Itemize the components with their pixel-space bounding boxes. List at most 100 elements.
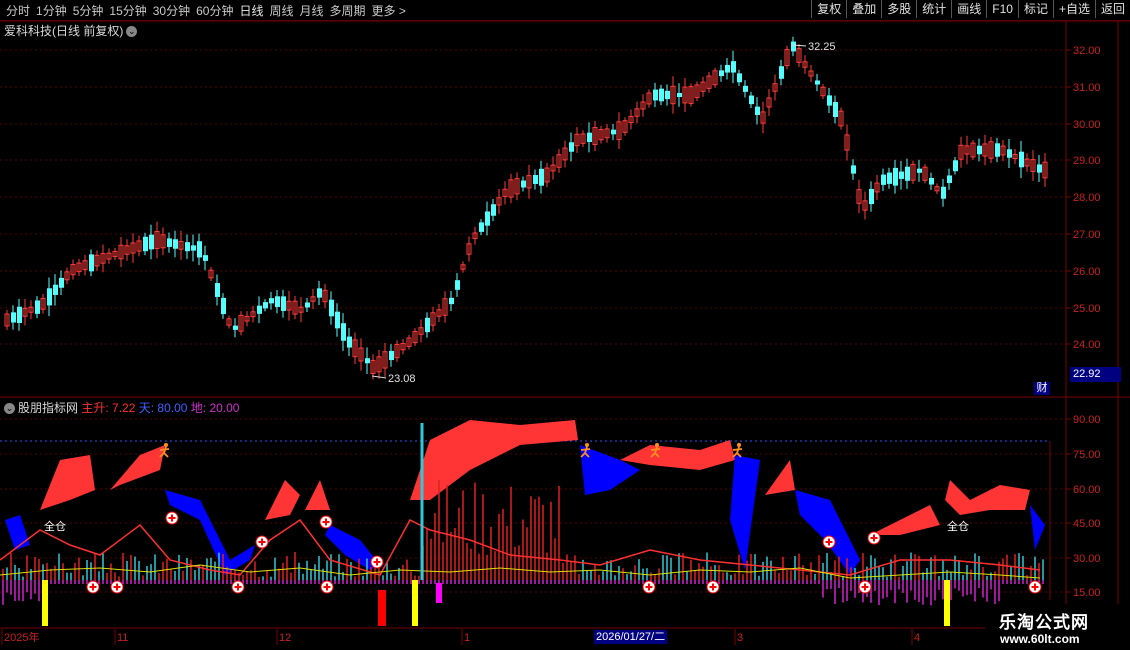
low-annotation: 23.08 [388,373,416,385]
buy-marker-icon [255,535,269,549]
indicator-tick-label: 15.00 [1073,587,1101,599]
finance-badge[interactable]: 财 [1034,382,1050,395]
candle-body-down [257,305,262,314]
candle-body-down [539,168,544,186]
indicator-value-sky: 天: 80.00 [138,401,188,415]
price-tick-label: 25.00 [1073,303,1101,315]
price-annotations: 32.25 23.08 [371,41,836,385]
main-rise-band [305,480,330,510]
indicator-title[interactable]: ⌄ 股朋指标网 主升: 7.22 天: 80.00 地: 20.00 [4,399,239,416]
candle-body-down [533,175,538,184]
signal-block [944,580,950,626]
chart-canvas[interactable]: 32.00 31.00 30.00 29.00 28.00 27.00 26.00 25.00… [0,0,1130,650]
candle-body-down [881,174,886,185]
candle-body-down [833,101,838,118]
candle-body-down [59,277,64,288]
candle-body-down [815,80,820,85]
buy-marker-icon [822,535,836,549]
candle-body-down [611,129,616,135]
candle-body-down [269,298,274,304]
candle-body-down [233,325,238,330]
candle-body-down [743,85,748,92]
candle-body-down [659,88,664,102]
candle-body-down [737,73,742,83]
candle-body-down [905,166,910,181]
candle-body-down [143,236,148,252]
high-annotation: 32.25 [808,41,836,53]
candle-body-down [11,312,16,323]
main-rise-band [945,480,1030,515]
buy-marker-icon [165,511,179,525]
indicator-value-ground: 地: 20.00 [190,401,240,415]
candle-body-down [365,358,370,364]
candle-body-down [749,95,754,105]
signal-block [42,580,48,626]
candle-body-down [425,317,430,333]
candle-body-down [587,132,592,142]
buy-marker-icon [706,580,720,594]
candle-body-down [215,283,220,297]
indicator-tick-label: 60.00 [1073,484,1101,496]
candle-body-down [653,89,658,101]
candle-body-down [827,95,832,106]
weak-band [580,445,640,495]
chevron-down-icon[interactable]: ⌄ [126,26,138,38]
candle-body-down [35,300,40,314]
weak-band [1030,505,1045,550]
indicator-name: 股朋指标网 [18,401,79,415]
candle-body-down [779,66,784,79]
buy-marker-icon [858,580,872,594]
candle-body-down [977,145,982,155]
candle-body-down [197,241,202,258]
candle-body-down [221,297,226,315]
candle-body-down [149,234,154,250]
buy-marker-icon [110,580,124,594]
candle-body-down [89,254,94,272]
candle-body-down [947,175,952,184]
candle-body-down [1037,164,1042,173]
candle-body-down [17,306,22,324]
stock-title[interactable]: 爱科科技(日线 前复权) ⌄ [4,22,138,39]
candle-body-down [449,297,454,305]
candle-body-down [893,167,898,186]
candle-body-down [335,311,340,329]
candle-body-down [167,238,172,247]
candle-body-down [869,188,874,205]
candle-body-down [491,204,496,216]
candle-body-down [347,336,352,348]
chevron-down-icon[interactable]: ⌄ [4,403,15,415]
candle-body-down [173,239,178,249]
candle-body-down [185,242,190,252]
time-tick-label: 4 [914,632,920,644]
buy-marker-icon [320,580,334,594]
candle-body-down [305,302,310,308]
candle-body-down [851,165,856,174]
candle-body-down [917,168,922,173]
time-tick-label: 1 [464,632,470,644]
price-axis: 32.00 31.00 30.00 29.00 28.00 27.00 26.00 25.00… [1066,45,1101,351]
price-grid [0,49,1066,345]
time-tick-label: 3 [737,632,743,644]
indicator-grid [0,418,1066,593]
time-tick-label: 12 [279,632,291,644]
watermark: 乐淘公式网 www.60lt.com [985,604,1130,650]
indicator-tick-label: 45.00 [1073,518,1101,530]
candle-body-down [791,41,796,52]
candle-body-down [341,323,346,341]
candle-body-down [887,172,892,184]
candle-body-down [725,64,730,73]
time-tick-label: 11 [117,632,128,644]
candle-body-down [569,142,574,152]
candle-body-down [281,296,286,311]
candle-body-down [275,296,280,308]
main-rise-band [410,420,578,500]
candle-body-down [329,299,334,317]
price-tick-label: 27.00 [1073,229,1101,241]
candle-body-down [263,302,268,309]
buy-marker-icon [86,580,100,594]
indicator-axis: 90.00 75.00 60.00 45.00 30.00 15.00 [1066,414,1101,599]
selected-date: 2026/01/27/二 [594,630,668,644]
watermark-title: 乐淘公式网 [999,613,1089,632]
buy-marker-icon [231,580,245,594]
full-position-label: 全仓 [44,519,66,533]
